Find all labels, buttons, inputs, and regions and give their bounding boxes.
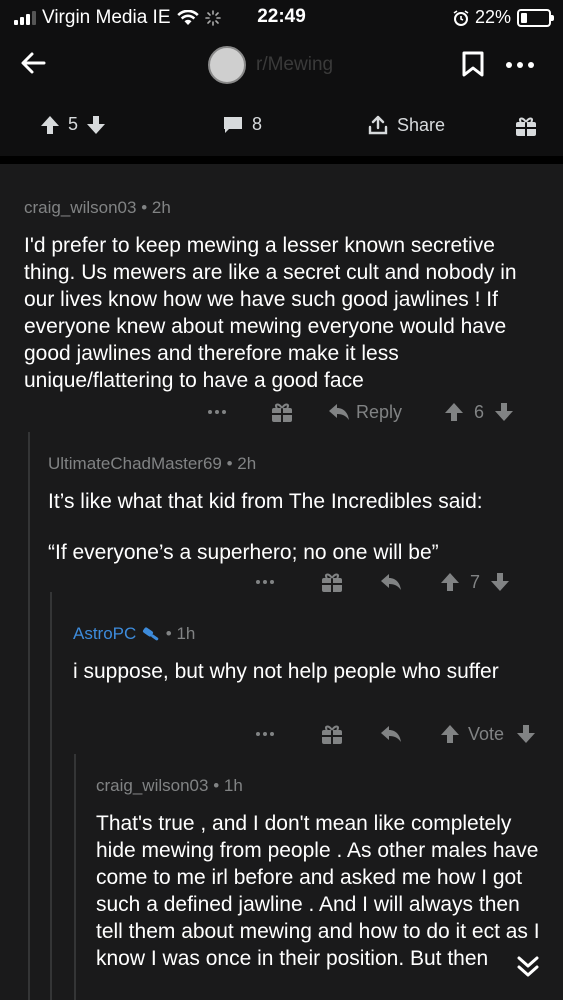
- comment-score: 7: [470, 571, 481, 592]
- comment-icon: [224, 116, 242, 133]
- back-arrow-icon[interactable]: [18, 48, 48, 78]
- reply-arrow-icon[interactable]: [380, 725, 402, 743]
- post-vote-group: 5: [40, 114, 106, 135]
- comment-score: 6: [474, 401, 485, 422]
- comment-author[interactable]: craig_wilson03: [96, 776, 208, 795]
- comment-1-actions: Reply 6: [208, 400, 514, 424]
- downvote-icon[interactable]: [490, 572, 510, 592]
- battery-icon: [517, 8, 554, 27]
- share-label: Share: [397, 114, 446, 135]
- vote-label: Vote: [468, 723, 505, 744]
- share-icon: [368, 115, 388, 135]
- upvote-icon[interactable]: [444, 402, 464, 422]
- comment-count: 8: [252, 114, 263, 134]
- subreddit-avatar[interactable]: [208, 46, 246, 84]
- post-action-bar: 5 8 Share: [0, 94, 563, 156]
- comment-meta: craig_wilson03 • 2h: [24, 198, 171, 217]
- post-score: 5: [68, 114, 79, 134]
- upvote-icon[interactable]: [440, 724, 460, 744]
- upvote-icon[interactable]: [440, 572, 460, 592]
- comment-1: craig_wilson03 • 2h I'd prefer to keep m…: [24, 198, 543, 394]
- comment-body: I'd prefer to keep mewing a lesser known…: [24, 234, 517, 392]
- share-button[interactable]: Share: [367, 114, 445, 136]
- comment-author[interactable]: craig_wilson03: [24, 198, 136, 217]
- comment-age: 2h: [151, 198, 171, 217]
- comment-meta: craig_wilson03 • 1h: [96, 776, 243, 795]
- battery-percent: 22%: [474, 7, 511, 27]
- award-button[interactable]: [514, 114, 538, 138]
- status-bar: Virgin Media IE 22:49 22%: [0, 0, 563, 34]
- comment-age: 2h: [237, 454, 257, 473]
- comment-thread: craig_wilson03 • 2h I'd prefer to keep m…: [0, 164, 563, 1000]
- gift-icon: [516, 117, 536, 136]
- comment-2: UltimateChadMaster69 • 2h It’s like what…: [48, 454, 543, 566]
- thread-line-3: [74, 754, 76, 1000]
- chevron-double-down-icon[interactable]: [513, 952, 543, 982]
- downvote-icon[interactable]: [494, 402, 514, 422]
- comment-age: 1h: [176, 624, 196, 643]
- downvote-icon[interactable]: [516, 724, 536, 744]
- reply-arrow-icon[interactable]: [380, 573, 402, 591]
- more-options-icon[interactable]: [506, 62, 534, 68]
- status-right: 22%: [453, 7, 554, 28]
- comment-author[interactable]: UltimateChadMaster69: [48, 454, 222, 473]
- gift-icon[interactable]: [270, 400, 294, 424]
- comment-2-actions: 7: [256, 570, 510, 594]
- top-nav-bar: r/Mewing: [0, 34, 563, 94]
- thread-line-2: [50, 592, 52, 1000]
- comment-body: i suppose, but why not help people who s…: [73, 660, 499, 683]
- comment-3: AstroPC • 1h i suppose, but why not help…: [73, 624, 543, 685]
- reply-arrow-icon: [329, 404, 349, 420]
- downvote-icon[interactable]: [86, 115, 106, 135]
- gift-icon[interactable]: [320, 570, 344, 594]
- comments-button[interactable]: 8: [222, 114, 262, 135]
- more-options-icon[interactable]: [208, 410, 226, 414]
- more-options-icon[interactable]: [256, 732, 274, 736]
- gift-icon[interactable]: [320, 722, 344, 746]
- more-options-icon[interactable]: [256, 580, 274, 584]
- thread-line-1: [28, 432, 30, 1000]
- reply-button[interactable]: Reply: [328, 402, 402, 423]
- comment-body: It’s like what that kid from The Incredi…: [48, 490, 483, 564]
- bookmark-icon[interactable]: [460, 50, 486, 78]
- comment-meta: AstroPC • 1h: [73, 624, 196, 643]
- comment-author[interactable]: AstroPC: [73, 624, 136, 643]
- comment-meta: UltimateChadMaster69 • 2h: [48, 454, 257, 473]
- crowd-control-icon: [143, 626, 159, 640]
- comment-body: That's true , and I don't mean like comp…: [96, 812, 540, 970]
- alarm-icon: [453, 9, 469, 26]
- upvote-icon[interactable]: [40, 115, 60, 135]
- subreddit-header[interactable]: r/Mewing: [208, 46, 333, 84]
- comment-3-actions: Vote: [256, 722, 536, 746]
- section-divider: [0, 156, 563, 164]
- subreddit-name[interactable]: r/Mewing: [256, 54, 333, 76]
- comment-age: 1h: [223, 776, 243, 795]
- comment-4: craig_wilson03 • 1h That's true , and I …: [96, 776, 543, 972]
